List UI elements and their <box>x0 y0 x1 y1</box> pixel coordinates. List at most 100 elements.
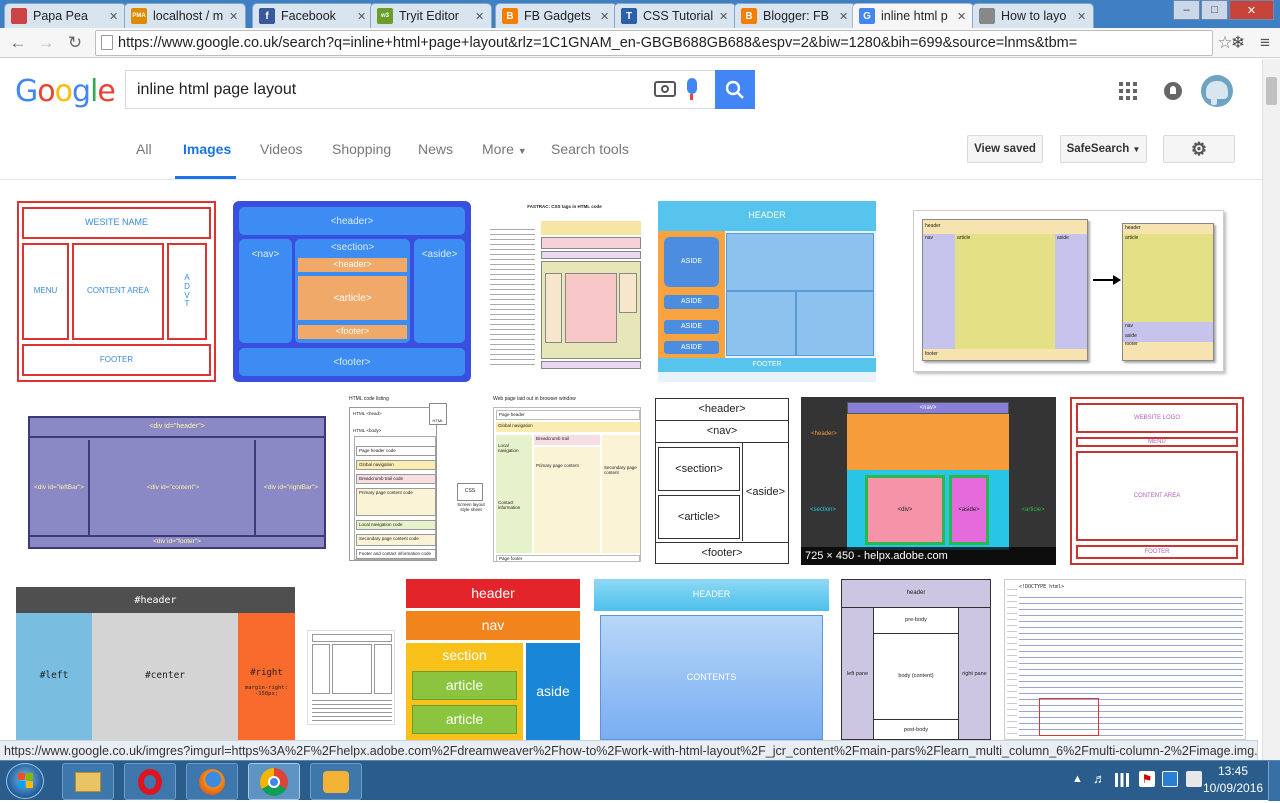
scrollbar-thumb[interactable] <box>1266 77 1277 105</box>
browser-tab[interactable]: w3 Tryit Editor ✕ <box>370 3 492 28</box>
volume-icon[interactable]: ♬ <box>1093 771 1106 786</box>
apps-grid-icon[interactable] <box>1119 82 1137 100</box>
thumb-text: #header <box>16 587 295 613</box>
tab-close-icon[interactable]: ✕ <box>1077 10 1089 23</box>
tab-close-icon[interactable]: ✕ <box>229 10 241 23</box>
browser-tab[interactable]: Papa Pea ✕ <box>4 3 126 28</box>
thumb-text: aside <box>1123 332 1213 342</box>
thumb-text: <header> <box>298 258 407 272</box>
avatar[interactable] <box>1201 75 1233 107</box>
image-result-4[interactable]: HEADER ASIDE ASIDE ASIDE ASIDE FOOTER <box>658 201 876 382</box>
browser-tab[interactable]: f Facebook ✕ <box>252 3 374 28</box>
action-center-flag-icon[interactable]: ⚑ <box>1139 771 1155 787</box>
image-result-13[interactable]: header nav section article article aside <box>406 579 580 740</box>
tab-favicon-icon: PMA <box>131 8 147 24</box>
tray-app-icon-2[interactable] <box>1186 771 1202 787</box>
start-button[interactable] <box>6 763 44 799</box>
back-icon[interactable]: ← <box>6 31 30 55</box>
thumb-text: FOOTER <box>22 344 211 376</box>
thumb-text: article <box>1123 234 1213 322</box>
file-explorer-icon[interactable] <box>62 763 114 800</box>
thumb-text: left pane <box>842 608 874 739</box>
microphone-icon[interactable] <box>687 78 697 100</box>
thumb-text: nav <box>1123 322 1213 332</box>
opera-icon[interactable] <box>124 763 176 800</box>
show-hidden-icons[interactable]: ▲ <box>1072 773 1083 785</box>
tab-shopping[interactable]: Shopping <box>332 141 391 157</box>
thumb-text: <section> <box>809 506 837 513</box>
image-result-12[interactable] <box>307 630 395 725</box>
tab-videos[interactable]: Videos <box>260 141 303 157</box>
search-button[interactable] <box>715 70 755 109</box>
tab-close-icon[interactable]: ✕ <box>357 10 369 23</box>
clock-date[interactable]: 10/09/2016 <box>1203 781 1263 795</box>
maximize-button[interactable]: □ <box>1201 0 1228 20</box>
thumb-text: <div id="footer"> <box>30 535 324 547</box>
image-result-3[interactable]: FASTRAC: CSS tags in HTML code <box>485 201 644 382</box>
tab-close-icon[interactable]: ✕ <box>839 10 851 23</box>
thumb-text: Local navigation <box>496 435 532 553</box>
camera-icon[interactable] <box>654 81 676 97</box>
image-result-16[interactable]: <!DOCTYPE html> <box>1004 579 1246 740</box>
tab-close-icon[interactable]: ✕ <box>475 10 487 23</box>
clock-time[interactable]: 13:45 <box>1208 764 1258 778</box>
tray-app-icon[interactable] <box>1162 771 1178 787</box>
image-result-7[interactable]: HTML code listing Web page laid out in b… <box>347 395 642 565</box>
google-logo[interactable]: Google <box>15 74 116 109</box>
thumb-text: <div id="rightBar"> <box>264 483 318 491</box>
thumb-text: FASTRAC: CSS tags in HTML code <box>527 203 602 209</box>
close-window-button[interactable]: ✕ <box>1229 0 1274 20</box>
thumb-text: WEBSITE LOGO <box>1076 403 1238 433</box>
thumb-text: <header> <box>656 399 788 421</box>
image-result-14[interactable]: HEADER CONTENTS <box>594 579 829 740</box>
image-result-8[interactable]: <header> <nav> <section> <article> <asid… <box>655 398 789 564</box>
image-result-5[interactable]: header nav article aside footer header a… <box>913 210 1224 372</box>
thumb-text: <footer> <box>656 542 788 563</box>
browser-tab[interactable]: Ginline html p ✕ <box>852 3 974 28</box>
address-bar[interactable]: https://www.google.co.uk/search?q=inline… <box>95 30 1213 56</box>
menu-icon[interactable]: ≡ <box>1253 31 1277 55</box>
image-result-11[interactable]: #header #left #center #right margin-righ… <box>16 587 295 740</box>
image-result-9[interactable]: <nav> <header> <div> <aside> <section> <… <box>801 397 1056 565</box>
tab-news[interactable]: News <box>418 141 453 157</box>
browser-tab[interactable]: T CSS Tutorial ✕ <box>614 3 736 28</box>
tab-images[interactable]: Images <box>183 141 231 157</box>
search-tools[interactable]: Search tools <box>551 141 629 157</box>
image-result-2[interactable]: <header> <nav> <section> <header> <artic… <box>233 201 471 382</box>
thumb-text: footer <box>923 349 1087 360</box>
forward-icon[interactable]: → <box>34 31 58 55</box>
thumb-page-narrow: header article nav aside footer <box>1122 223 1214 361</box>
safesearch-button[interactable]: SafeSearch ▼ <box>1060 135 1147 163</box>
extension-icon[interactable]: ❄ <box>1226 31 1250 55</box>
browser-tab[interactable]: How to layo ✕ <box>972 3 1094 28</box>
search-input[interactable]: inline html page layout <box>125 70 715 109</box>
tab-close-icon[interactable]: ✕ <box>600 10 612 23</box>
tab-close-icon[interactable]: ✕ <box>109 10 121 23</box>
binoculars-icon[interactable] <box>310 763 362 800</box>
image-result-1[interactable]: WESITE NAME MENU CONTENT AREA A D V T FO… <box>17 201 216 382</box>
browser-tab[interactable]: PMA localhost / m ✕ <box>124 3 246 28</box>
tab-close-icon[interactable]: ✕ <box>719 10 731 23</box>
browser-tab[interactable]: B FB Gadgets ✕ <box>495 3 617 28</box>
tab-close-icon[interactable]: ✕ <box>957 10 969 23</box>
reload-icon[interactable]: ↻ <box>63 31 87 55</box>
settings-gear-icon[interactable]: ⚙ <box>1163 135 1235 163</box>
image-result-15[interactable]: header left pane pre-body body (content)… <box>841 579 991 740</box>
thumb-block <box>565 273 617 343</box>
image-result-6[interactable]: <div id="header"> <div id="leftBar"> <di… <box>16 402 333 558</box>
thumb-text: HEADER <box>594 579 829 611</box>
image-result-10[interactable]: WEBSITE LOGO MENU CONTENT AREA FOOTER <box>1070 397 1244 565</box>
tab-favicon-icon: T <box>621 8 637 24</box>
browser-tab[interactable]: B Blogger: FB ✕ <box>734 3 856 28</box>
minimize-button[interactable]: – <box>1173 0 1200 20</box>
tab-favicon-icon <box>979 8 995 24</box>
notifications-icon[interactable] <box>1164 82 1182 100</box>
tab-all[interactable]: All <box>136 141 152 157</box>
network-icon[interactable] <box>1115 773 1129 787</box>
view-saved-button[interactable]: View saved <box>967 135 1043 163</box>
tab-more[interactable]: More ▼ <box>482 141 527 157</box>
chrome-icon[interactable] <box>248 763 300 800</box>
firefox-icon[interactable] <box>186 763 238 800</box>
show-desktop-button[interactable] <box>1268 761 1280 801</box>
page-scrollbar[interactable] <box>1262 59 1280 760</box>
